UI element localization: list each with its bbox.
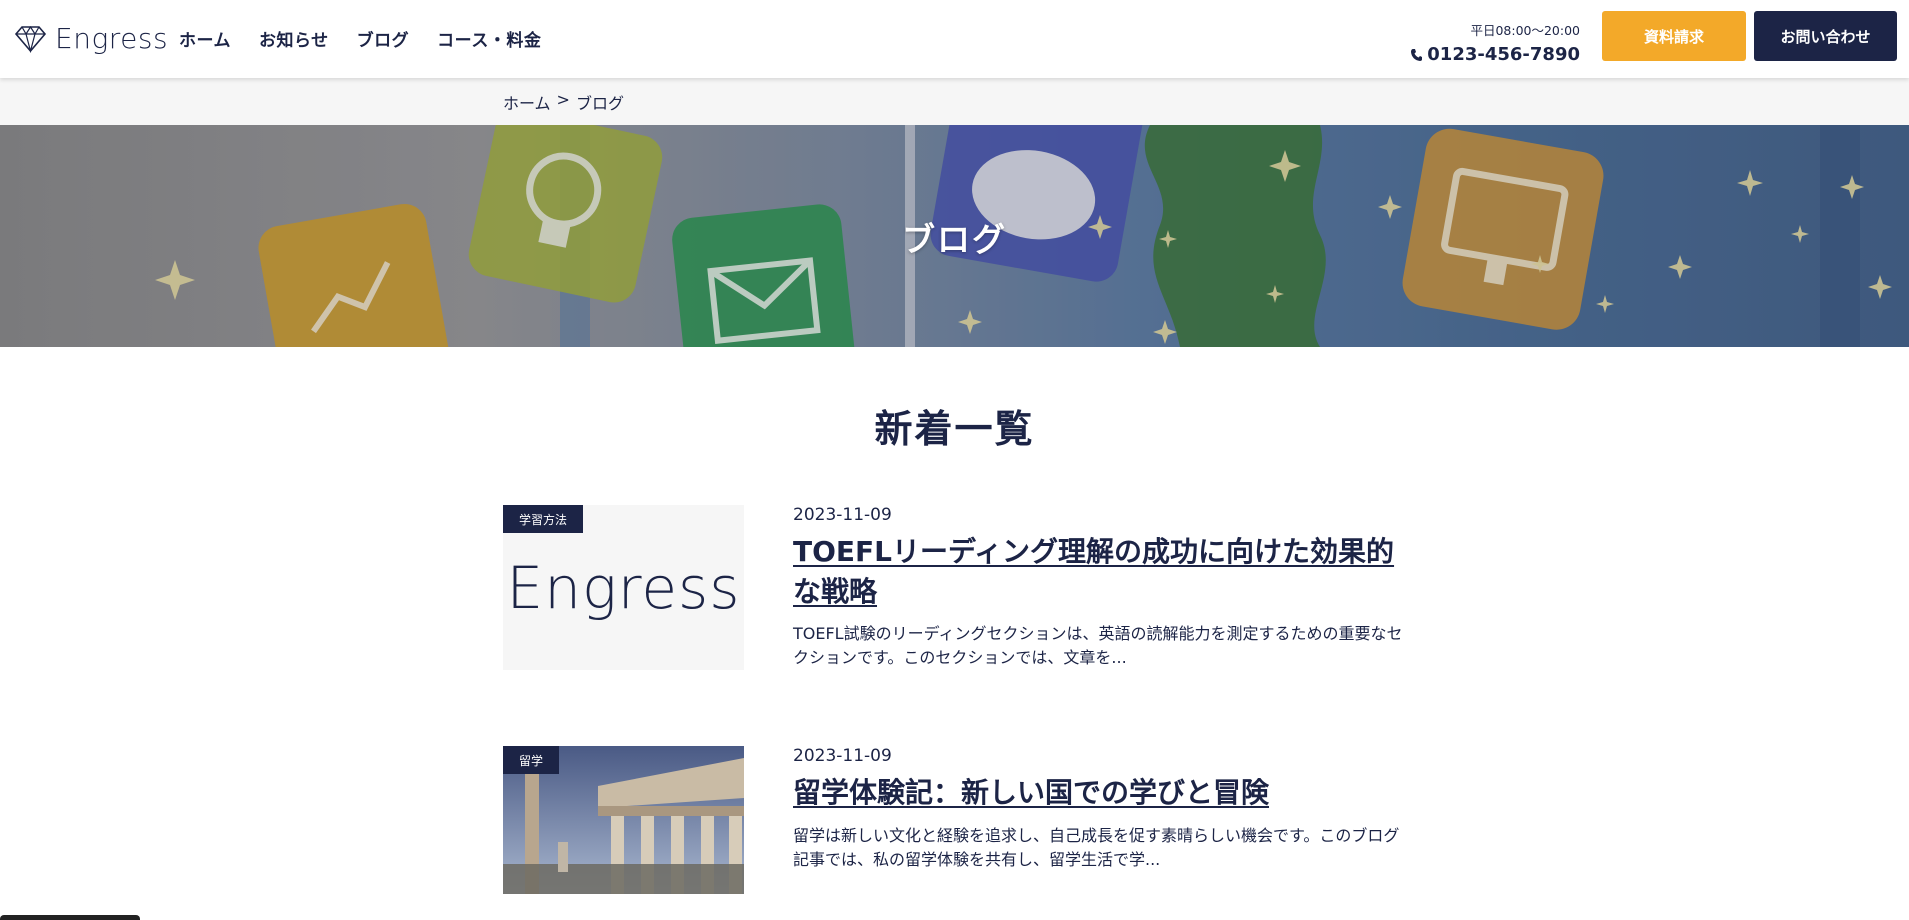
post-excerpt: TOEFL試験のリーディングセクションは、英語の読解能力を測定するための重要なセ… bbox=[793, 624, 1403, 667]
breadcrumb-home[interactable]: ホーム bbox=[503, 90, 551, 114]
phone-number[interactable]: 0123-456-7890 bbox=[1410, 44, 1580, 65]
contact-button[interactable]: お問い合わせ bbox=[1754, 11, 1897, 61]
post-date: 2023-11-09 bbox=[793, 505, 892, 525]
bottom-overlay-tab[interactable] bbox=[0, 915, 140, 920]
phone-text: 0123-456-7890 bbox=[1427, 44, 1580, 65]
site-header: Engress ホーム お知らせ ブログ コース・料金 平日08:00〜20:0… bbox=[0, 0, 1909, 78]
nav-course-price[interactable]: コース・料金 bbox=[437, 26, 541, 51]
logo-text: Engress bbox=[55, 22, 169, 55]
hero-title: ブログ bbox=[902, 220, 1007, 259]
post-title-link[interactable]: 留学体験記：新しい国での学びと冒険 bbox=[793, 773, 1413, 813]
nav-blog[interactable]: ブログ bbox=[357, 26, 410, 51]
thumbnail-logo-text: Engress bbox=[506, 553, 741, 622]
logo[interactable]: Engress bbox=[14, 22, 168, 55]
hero-banner: ブログ bbox=[0, 125, 1909, 347]
business-hours: 平日08:00〜20:00 bbox=[1470, 23, 1580, 38]
blog-post-card[interactable]: 留学 2023-11-09 留学体験記：新しい国での学びと冒険 留学は新しい文化… bbox=[503, 746, 1403, 896]
diamond-logo-icon bbox=[14, 25, 47, 53]
breadcrumb-separator: > bbox=[556, 90, 570, 109]
category-badge: 学習方法 bbox=[503, 505, 584, 533]
section-title: 新着一覧 bbox=[874, 407, 1035, 451]
category-badge: 留学 bbox=[503, 746, 560, 774]
post-title-link[interactable]: TOEFLリーディング理解の成功に向けた効果的な戦略 bbox=[793, 532, 1413, 612]
breadcrumb-bar bbox=[0, 78, 1909, 125]
breadcrumb-current: ブログ bbox=[575, 94, 624, 113]
phone-icon bbox=[1411, 48, 1423, 61]
breadcrumb: ホーム > ブログ bbox=[503, 90, 624, 114]
blog-post-card[interactable]: Engress 学習方法 2023-11-09 TOEFLリーディング理解の成功… bbox=[503, 505, 1403, 675]
post-date: 2023-11-09 bbox=[793, 746, 892, 766]
request-materials-button[interactable]: 資料請求 bbox=[1602, 11, 1746, 61]
post-excerpt: 留学は新しい文化と経験を追求し、自己成長を促す素晴らしい機会です。このブログ記事… bbox=[793, 826, 1400, 869]
main-nav: ホーム お知らせ ブログ コース・料金 bbox=[179, 26, 541, 51]
nav-home[interactable]: ホーム bbox=[179, 26, 231, 51]
nav-news[interactable]: お知らせ bbox=[259, 26, 329, 51]
